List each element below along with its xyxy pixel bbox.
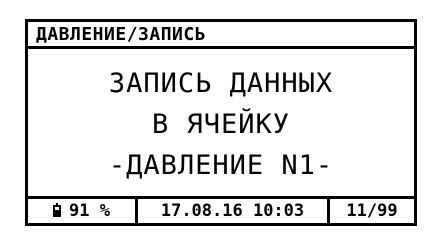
message-line-2: В ЯЧЕЙКУ xyxy=(151,109,291,140)
battery-percent: 91 % xyxy=(69,201,110,221)
battery-status: 91 % xyxy=(28,199,135,223)
lcd-screen: ДАВЛЕНИЕ/ЗАПИСЬ ЗАПИСЬ ДАННЫХ В ЯЧЕЙКУ -… xyxy=(25,19,417,226)
message-line-1: ЗАПИСЬ ДАННЫХ xyxy=(108,68,334,99)
message-area: ЗАПИСЬ ДАННЫХ В ЯЧЕЙКУ -ДАВЛЕНИЕ N1- xyxy=(28,52,414,197)
date-time: 17.08.16 10:03 xyxy=(135,199,327,223)
message-line-3: -ДАВЛЕНИЕ N1- xyxy=(108,150,334,181)
record-counter: 11/99 xyxy=(327,199,414,223)
status-bar: 91 % 17.08.16 10:03 11/99 xyxy=(28,196,414,223)
screen-title: ДАВЛЕНИЕ/ЗАПИСЬ xyxy=(28,22,414,49)
battery-icon xyxy=(53,203,62,217)
